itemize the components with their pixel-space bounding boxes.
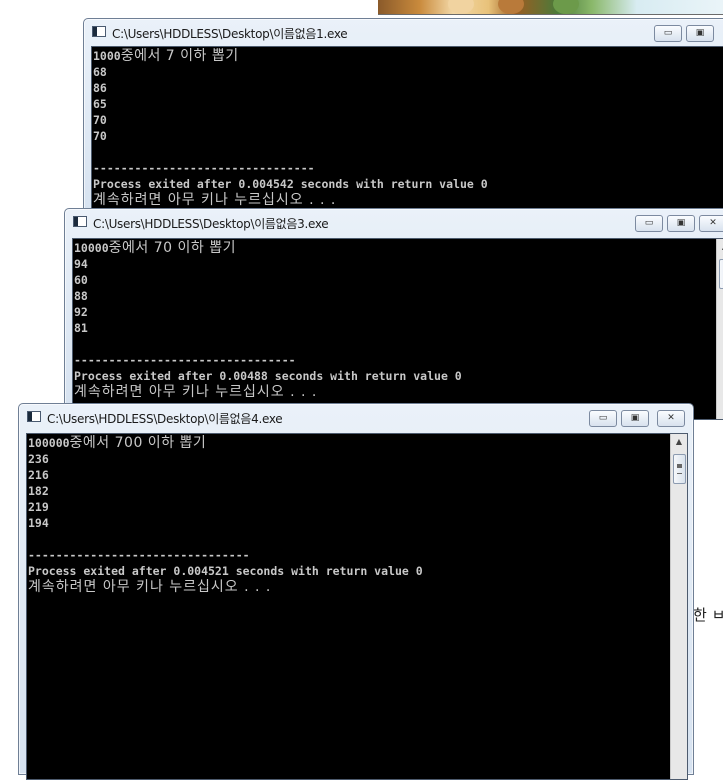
- window-3-titlebar[interactable]: C:\Users\HDDLESS\Desktop\이름없음4.exe ▭ ▣ ✕: [19, 404, 693, 430]
- console-line: 94: [74, 257, 88, 271]
- console-output-3[interactable]: 100000중에서 700 이하 뽑기 236 216 182 219 194 ------…: [26, 433, 688, 780]
- console-prompt-text: 중에서 70 이하 뽑기: [108, 240, 236, 256]
- scrollbar[interactable]: ▲: [670, 434, 687, 779]
- console-lines-1: 1000중에서 7 이하 뽑기 68 86 65 70 70 ---------------…: [93, 48, 723, 208]
- window-3-title: C:\Users\HDDLESS\Desktop\이름없음4.exe: [47, 412, 283, 426]
- console-line: Process exited after 0.004542 seconds wi…: [93, 177, 488, 191]
- console-lines-2: 10000중에서 70 이하 뽑기 94 60 88 92 81 -------------…: [74, 240, 723, 400]
- close-button[interactable]: ✕: [657, 410, 685, 427]
- close-icon: ✕: [667, 413, 675, 423]
- scrollbar[interactable]: ▲: [716, 239, 723, 419]
- console-line: 100000중에서 700 이하 뽑기: [28, 435, 687, 451]
- maximize-button[interactable]: ▣: [686, 25, 714, 42]
- console-line: 219: [28, 500, 49, 514]
- console-line: 70: [93, 113, 107, 127]
- console-app-icon[interactable]: [73, 216, 87, 227]
- maximize-button[interactable]: ▣: [621, 410, 649, 427]
- console-count-value: 100000: [28, 436, 70, 450]
- console-window-2[interactable]: C:\Users\HDDLESS\Desktop\이름없음3.exe ▭ ▣ ✕…: [64, 208, 723, 420]
- minimize-button[interactable]: ▭: [589, 410, 617, 427]
- console-output-1[interactable]: 1000중에서 7 이하 뽑기 68 86 65 70 70 ---------------…: [91, 46, 723, 223]
- console-prompt-text: 중에서 7 이하 뽑기: [120, 48, 239, 64]
- window-1-titlebar[interactable]: C:\Users\HDDLESS\Desktop\이름없음1.exe ▭ ▣: [84, 19, 723, 45]
- maximize-icon: ▣: [630, 413, 640, 423]
- scroll-up-icon[interactable]: ▲: [671, 434, 687, 450]
- scroll-up-icon[interactable]: ▲: [717, 239, 723, 255]
- console-line: 81: [74, 321, 88, 335]
- minimize-icon: ▭: [644, 218, 654, 228]
- window-1-title: C:\Users\HDDLESS\Desktop\이름없음1.exe: [112, 27, 348, 41]
- console-line: --------------------------------: [74, 353, 296, 367]
- scroll-thumb[interactable]: [673, 454, 686, 484]
- console-line: --------------------------------: [28, 548, 250, 562]
- window-2-title: C:\Users\HDDLESS\Desktop\이름없음3.exe: [93, 217, 329, 231]
- minimize-icon: ▭: [598, 413, 608, 423]
- console-prompt-text: 중에서 700 이하 뽑기: [69, 435, 207, 451]
- console-line: 182: [28, 484, 49, 498]
- console-output-2[interactable]: 10000중에서 70 이하 뽑기 94 60 88 92 81 -------------…: [72, 238, 723, 420]
- console-line: 216: [28, 468, 49, 482]
- console-line: 65: [93, 97, 107, 111]
- console-line: 1000중에서 7 이하 뽑기: [93, 48, 723, 64]
- press-any-key-text: 계속하려면 아무 키나 누르십시오 . . .: [74, 384, 318, 400]
- console-line: 86: [93, 81, 107, 95]
- console-line: 10000중에서 70 이하 뽑기: [74, 240, 723, 256]
- maximize-button[interactable]: ▣: [667, 215, 695, 232]
- console-line: 60: [74, 273, 88, 287]
- minimize-button[interactable]: ▭: [654, 25, 682, 42]
- background-window-text: 한 ㅂ: [693, 606, 723, 624]
- console-lines-3: 100000중에서 700 이하 뽑기 236 216 182 219 194 ------…: [28, 435, 687, 595]
- console-window-1[interactable]: C:\Users\HDDLESS\Desktop\이름없음1.exe ▭ ▣ 1…: [83, 18, 723, 223]
- minimize-button[interactable]: ▭: [635, 215, 663, 232]
- console-app-icon[interactable]: [92, 26, 106, 37]
- minimize-icon: ▭: [663, 28, 673, 38]
- close-button[interactable]: ✕: [699, 215, 723, 232]
- console-line: 92: [74, 305, 88, 319]
- console-count-value: 10000: [74, 241, 109, 255]
- scroll-thumb[interactable]: [719, 259, 723, 289]
- console-window-3[interactable]: C:\Users\HDDLESS\Desktop\이름없음4.exe ▭ ▣ ✕…: [18, 403, 694, 780]
- console-line: 88: [74, 289, 88, 303]
- console-line: 236: [28, 452, 49, 466]
- console-line: Process exited after 0.00488 seconds wit…: [74, 369, 462, 383]
- press-any-key-text: 계속하려면 아무 키나 누르십시오 . . .: [93, 192, 337, 208]
- console-line: 70: [93, 129, 107, 143]
- maximize-icon: ▣: [676, 218, 686, 228]
- console-app-icon[interactable]: [27, 411, 41, 422]
- console-line: 68: [93, 65, 107, 79]
- console-line: 194: [28, 516, 49, 530]
- press-any-key-text: 계속하려면 아무 키나 누르십시오 . . .: [28, 579, 272, 595]
- background-illustration: [378, 0, 723, 15]
- window-2-titlebar[interactable]: C:\Users\HDDLESS\Desktop\이름없음3.exe ▭ ▣ ✕: [65, 209, 723, 235]
- close-icon: ✕: [709, 218, 717, 228]
- console-count-value: 1000: [93, 49, 121, 63]
- console-line: --------------------------------: [93, 161, 315, 175]
- maximize-icon: ▣: [695, 28, 705, 38]
- console-line: Process exited after 0.004521 seconds wi…: [28, 564, 423, 578]
